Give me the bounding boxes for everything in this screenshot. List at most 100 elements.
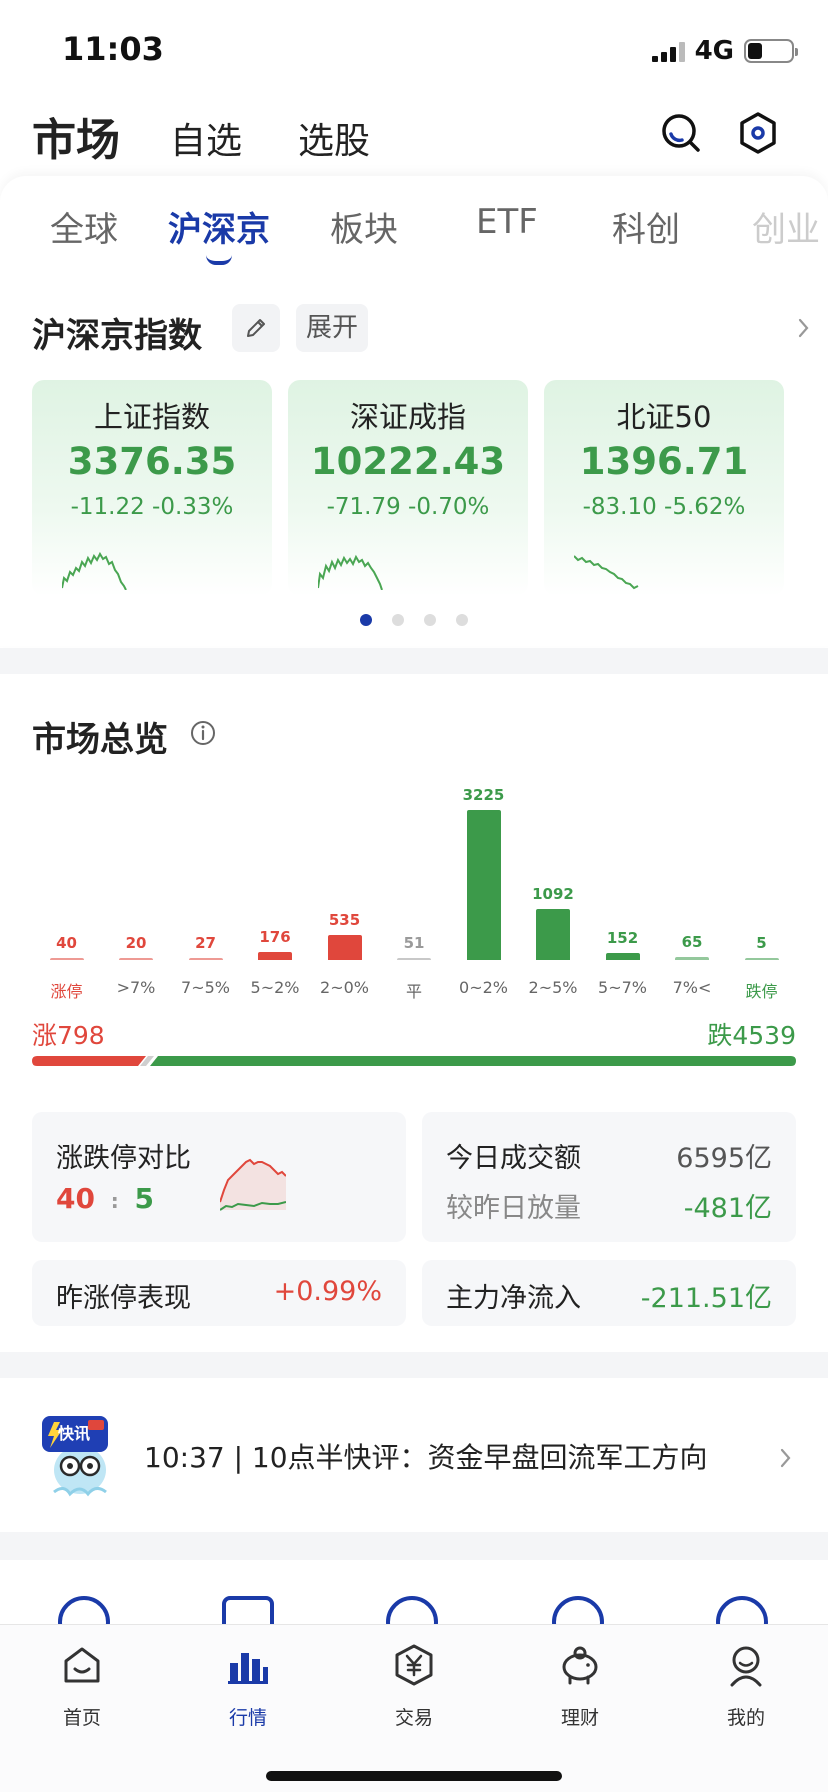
pencil-icon [247, 319, 265, 337]
turnover-tile[interactable]: 今日成交额 6595亿 较昨日放量 -481亿 [422, 1112, 796, 1242]
subtab-global[interactable]: 全球 [50, 202, 118, 251]
bar [188, 958, 223, 960]
index-card-shanghai[interactable]: 上证指数 3376.35 -11.22 -0.33% [32, 380, 272, 596]
content-sheet: 全球 沪深京 板块 ETF 科创 创业 沪深京指数 展开 上证指数 3376.3… [0, 176, 828, 646]
tab-label: 理财 [560, 1707, 599, 1729]
turnover-value: 6595亿 [676, 1143, 772, 1174]
pager-dot[interactable] [360, 614, 372, 626]
shortcut-calendar-icon[interactable] [222, 1596, 274, 1626]
shortcut-rocket-icon[interactable] [386, 1596, 438, 1626]
bar-category-label: 2~5% [528, 978, 578, 997]
settings-icon[interactable] [735, 110, 781, 156]
active-tab-indicator [206, 255, 232, 265]
bar-column: 27 7~5% [171, 760, 240, 1000]
edit-indices-button[interactable] [232, 304, 280, 352]
bar [605, 953, 640, 960]
bar [536, 909, 570, 960]
header-tab-stock-picker[interactable]: 选股 [298, 112, 370, 164]
header-tab-market[interactable]: 市场 [32, 104, 120, 168]
bar-column: 152 5~7% [588, 760, 657, 1000]
turnover-change-value: -481亿 [683, 1193, 772, 1224]
up-down-ratio: 涨798 跌4539 [32, 1016, 796, 1066]
limit-sep: : [110, 1189, 119, 1213]
header-tab-watchlist[interactable]: 自选 [170, 112, 242, 164]
yesterday-limit-value: +0.99% [273, 1276, 382, 1307]
chevron-right-icon[interactable] [796, 314, 812, 342]
status-bar: 11:03 4G [0, 0, 828, 100]
subtab-label: ETF [476, 202, 538, 242]
signal-icon [651, 40, 685, 62]
bar [119, 958, 153, 960]
indices-title: 沪深京指数 [32, 316, 202, 356]
shortcut-row [0, 1560, 828, 1626]
bar-category-label: 平 [405, 982, 422, 1001]
bar-column: 535 2~0% [310, 760, 379, 1000]
bar-column: 40 涨停 [32, 760, 101, 1001]
bar-column: 51 平 [380, 760, 449, 1001]
bar-category-label: 5~7% [598, 978, 647, 997]
main-inflow-tile[interactable]: 主力净流入 -211.51亿 [422, 1260, 796, 1326]
subtab-sectors[interactable]: 板块 [330, 202, 398, 251]
tab-home[interactable]: 首页 [32, 1643, 132, 1743]
bar-value-label: 20 [125, 934, 147, 952]
indices-header: 沪深京指数 展开 [32, 304, 812, 356]
subtab-label: 创业 [752, 210, 820, 250]
pager-dot[interactable] [392, 614, 404, 626]
limit-down-count: 5 [134, 1182, 154, 1215]
bar-column: 176 5~2% [241, 760, 310, 1000]
status-indicators: 4G [651, 36, 798, 66]
news-badge: 快讯 [58, 1424, 91, 1443]
index-card-shenzhen[interactable]: 深证成指 10222.43 -71.79 -0.70% [288, 380, 528, 596]
info-icon[interactable] [190, 720, 216, 746]
limit-trend-sparkline-icon [220, 1158, 286, 1211]
bar-column: 3225 0~2% [449, 760, 518, 1000]
tab-trade[interactable]: 交易 [364, 1643, 464, 1743]
tab-wealth[interactable]: 理财 [530, 1643, 630, 1743]
pager-dot[interactable] [424, 614, 436, 626]
sparkline-icon [574, 555, 639, 590]
ratio-bar [32, 1056, 796, 1066]
subtab-etf[interactable]: ETF [476, 202, 538, 242]
bar [675, 957, 709, 960]
index-name: 上证指数 [93, 400, 210, 434]
shortcut-fire-icon[interactable] [552, 1596, 604, 1626]
bar-value-label: 3225 [462, 786, 505, 804]
index-card-beijing50[interactable]: 北证50 1396.71 -83.10 -5.62% [544, 380, 784, 596]
shortcut-gauge-icon[interactable] [716, 1596, 768, 1626]
bar [49, 958, 84, 960]
expand-button[interactable]: 展开 [296, 304, 369, 352]
index-change: -83.10 -5.62% [582, 494, 746, 520]
home-icon [64, 1647, 100, 1683]
subtab-a-share[interactable]: 沪深京 [168, 202, 270, 265]
bottom-tab-bar: 首页 行情 交易 理财 我的 [0, 1624, 828, 1792]
section-divider [0, 1532, 828, 1560]
search-icon[interactable] [658, 110, 704, 156]
bar-value-label: 535 [328, 911, 361, 929]
shortcut-lightning-icon[interactable] [58, 1596, 110, 1626]
index-name: 北证50 [616, 400, 712, 434]
tab-profile[interactable]: 我的 [696, 1643, 796, 1743]
subtab-star-market[interactable]: 科创 [612, 202, 680, 251]
section-divider [0, 648, 828, 674]
profile-icon [730, 1646, 762, 1687]
section-divider [0, 1352, 828, 1378]
yesterday-limit-label: 昨涨停表现 [56, 1283, 191, 1314]
subtab-chinext[interactable]: 创业 [752, 202, 820, 251]
news-flash-row[interactable]: 快讯 10:37 | 10点半快评：资金早盘回流军工方向 [0, 1378, 828, 1532]
bar [466, 810, 501, 960]
limit-compare-label: 涨跌停对比 [56, 1143, 191, 1174]
tab-label: 行情 [228, 1707, 267, 1729]
main-inflow-value: -211.51亿 [640, 1283, 772, 1314]
index-value: 10222.43 [310, 440, 506, 483]
sparkline-icon [318, 554, 383, 590]
bar-category-label: 跌停 [745, 982, 778, 1001]
network-type: 4G [694, 36, 734, 66]
yesterday-limit-tile[interactable]: 昨涨停表现 +0.99% [32, 1260, 406, 1326]
tab-label: 交易 [394, 1707, 433, 1729]
bar-value-label: 51 [403, 934, 425, 952]
pager-dot[interactable] [456, 614, 468, 626]
limit-compare-tile[interactable]: 涨跌停对比 40 : 5 [32, 1112, 406, 1242]
tab-market[interactable]: 行情 [198, 1643, 298, 1743]
index-cards: 上证指数 3376.35 -11.22 -0.33% 深证成指 10222.43… [32, 380, 828, 596]
overview-title: 市场总览 [32, 720, 168, 760]
